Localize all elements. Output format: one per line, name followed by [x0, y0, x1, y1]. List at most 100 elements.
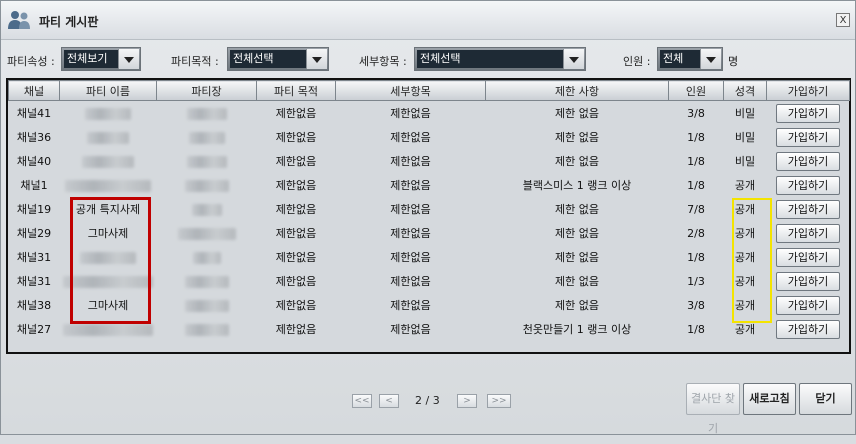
- chevron-down-icon[interactable]: [118, 49, 139, 69]
- cell-purpose: 제한없음: [275, 179, 317, 192]
- cell-join[interactable]: 가입하기: [767, 173, 850, 197]
- cell-limit: 블랙스미스 1 랭크 이상: [522, 179, 632, 192]
- cell-channel: 채널1: [20, 179, 48, 192]
- chevron-down-icon[interactable]: [306, 49, 327, 69]
- cell-channel: 채널29: [16, 227, 52, 240]
- join-party-button[interactable]: 가입하기: [776, 223, 840, 243]
- cell-purpose: 제한없음: [275, 107, 317, 120]
- join-party-button[interactable]: 가입하기: [776, 295, 840, 315]
- chevron-down-icon[interactable]: [563, 49, 584, 69]
- cell-channel: 채널41: [16, 107, 52, 120]
- cell-join[interactable]: 가입하기: [767, 221, 850, 245]
- filter-label-detail: 세부항목 :: [359, 55, 407, 68]
- cell-members: 3/8: [687, 298, 705, 312]
- title-bar: 파티 게시판 X: [1, 1, 855, 40]
- join-party-button[interactable]: 가입하기: [776, 103, 840, 123]
- cell-leader: [157, 221, 257, 245]
- cell-join[interactable]: 가입하기: [767, 101, 850, 126]
- cell-limit: 제한 없음: [555, 131, 599, 144]
- prev-page-button[interactable]: <: [379, 394, 399, 408]
- cell-members: 1/8: [687, 250, 705, 264]
- cell-members: 1/8: [687, 130, 705, 144]
- cell-leader: [157, 245, 257, 269]
- detail-select[interactable]: 전체선택: [414, 47, 586, 71]
- cell-limit: 제한 없음: [555, 227, 599, 240]
- cell-join[interactable]: 가입하기: [767, 269, 850, 293]
- cell-limit: 제한 없음: [555, 203, 599, 216]
- table-row[interactable]: 채널36 제한없음 제한없음 제한 없음 1/8 비밀 가입하기: [9, 125, 850, 149]
- members-select[interactable]: 전체: [657, 47, 723, 71]
- close-button[interactable]: 닫기: [799, 383, 852, 415]
- cell-join[interactable]: 가입하기: [767, 197, 850, 221]
- header-detail[interactable]: 세부항목: [335, 80, 486, 101]
- header-members[interactable]: 인원: [668, 80, 724, 101]
- cell-type: 비밀: [734, 107, 756, 120]
- header-limit[interactable]: 제한 사항: [485, 80, 669, 101]
- cell-limit: 천옷만들기 1 랭크 이상: [522, 323, 632, 336]
- header-type[interactable]: 성격: [723, 80, 767, 101]
- header-channel[interactable]: 채널: [8, 80, 60, 101]
- join-party-button[interactable]: 가입하기: [776, 127, 840, 147]
- redacted-leader: [184, 299, 229, 312]
- members-value: 전체: [660, 50, 701, 68]
- chevron-down-icon[interactable]: [700, 49, 721, 69]
- cell-join[interactable]: 가입하기: [767, 245, 850, 269]
- header-purpose[interactable]: 파티 목적: [256, 80, 336, 101]
- close-window-button[interactable]: X: [836, 13, 850, 27]
- cell-detail: 제한없음: [390, 155, 431, 168]
- cell-detail: 제한없음: [390, 251, 431, 264]
- join-party-button[interactable]: 가입하기: [776, 151, 840, 171]
- header-join[interactable]: 가입하기: [766, 80, 850, 101]
- last-page-button[interactable]: >>: [487, 394, 511, 408]
- cell-members: 1/8: [687, 178, 705, 192]
- cell-detail: 제한없음: [390, 323, 431, 336]
- cell-join[interactable]: 가입하기: [767, 125, 850, 149]
- cell-join[interactable]: 가입하기: [767, 293, 850, 317]
- cell-detail: 제한없음: [390, 299, 431, 312]
- cell-channel: 채널31: [16, 251, 52, 264]
- filter-bar: 파티속성 : 전체보기 파티목적 : 전체선택 세부항목 : 전체선택 인원 :…: [1, 47, 856, 73]
- cell-channel: 채널36: [16, 131, 52, 144]
- cell-members: 2/8: [687, 226, 705, 240]
- join-party-button[interactable]: 가입하기: [776, 247, 840, 267]
- cell-name: [60, 101, 157, 126]
- cell-limit: 제한 없음: [555, 299, 599, 312]
- cell-leader: [157, 101, 257, 126]
- party-purpose-value: 전체선택: [230, 50, 307, 68]
- cell-channel: 채널31: [16, 275, 52, 288]
- cell-purpose: 제한없음: [275, 275, 317, 288]
- join-party-button[interactable]: 가입하기: [776, 319, 840, 339]
- cell-channel: 채널27: [16, 323, 52, 336]
- filter-label-members: 인원 :: [623, 55, 651, 68]
- party-purpose-select[interactable]: 전체선택: [227, 47, 329, 71]
- cell-members: 1/8: [687, 322, 705, 336]
- cell-purpose: 제한없음: [275, 251, 317, 264]
- cell-channel: 채널40: [16, 155, 52, 168]
- cell-purpose: 제한없음: [275, 131, 317, 144]
- cell-members: 1/8: [687, 154, 705, 168]
- page-indicator: 2 / 3: [415, 394, 440, 407]
- redacted-leader: [184, 179, 229, 192]
- table-row[interactable]: 채널40 제한없음 제한없음 제한 없음 1/8 비밀 가입하기: [9, 149, 850, 173]
- party-type-select[interactable]: 전체보기: [61, 47, 141, 71]
- join-party-button[interactable]: 가입하기: [776, 199, 840, 219]
- party-board-window: 파티 게시판 X 파티속성 : 전체보기 파티목적 : 전체선택 세부항목 : …: [0, 0, 856, 435]
- cell-detail: 제한없음: [390, 107, 431, 120]
- cell-detail: 제한없음: [390, 203, 431, 216]
- join-party-button[interactable]: 가입하기: [776, 271, 840, 291]
- table-row[interactable]: 채널41 제한없음 제한없음 제한 없음 3/8 비밀 가입하기: [9, 101, 850, 126]
- cell-join[interactable]: 가입하기: [767, 149, 850, 173]
- cell-join[interactable]: 가입하기: [767, 317, 850, 341]
- find-guild-button[interactable]: 결사단 찾기: [686, 383, 740, 435]
- cell-limit: 제한 없음: [555, 155, 599, 168]
- header-leader[interactable]: 파티장: [156, 80, 257, 101]
- first-page-button[interactable]: <<: [352, 394, 372, 408]
- join-party-button[interactable]: 가입하기: [776, 175, 840, 195]
- refresh-button[interactable]: 새로고침: [743, 383, 796, 415]
- cell-members: 3/8: [687, 106, 705, 120]
- table-row[interactable]: 채널1 제한없음 제한없음 블랙스미스 1 랭크 이상 1/8 공개 가입하기: [9, 173, 850, 197]
- next-page-button[interactable]: >: [457, 394, 477, 408]
- header-party-name[interactable]: 파티 이름: [59, 80, 157, 101]
- cell-channel: 채널19: [16, 203, 52, 216]
- cell-leader: [157, 317, 257, 341]
